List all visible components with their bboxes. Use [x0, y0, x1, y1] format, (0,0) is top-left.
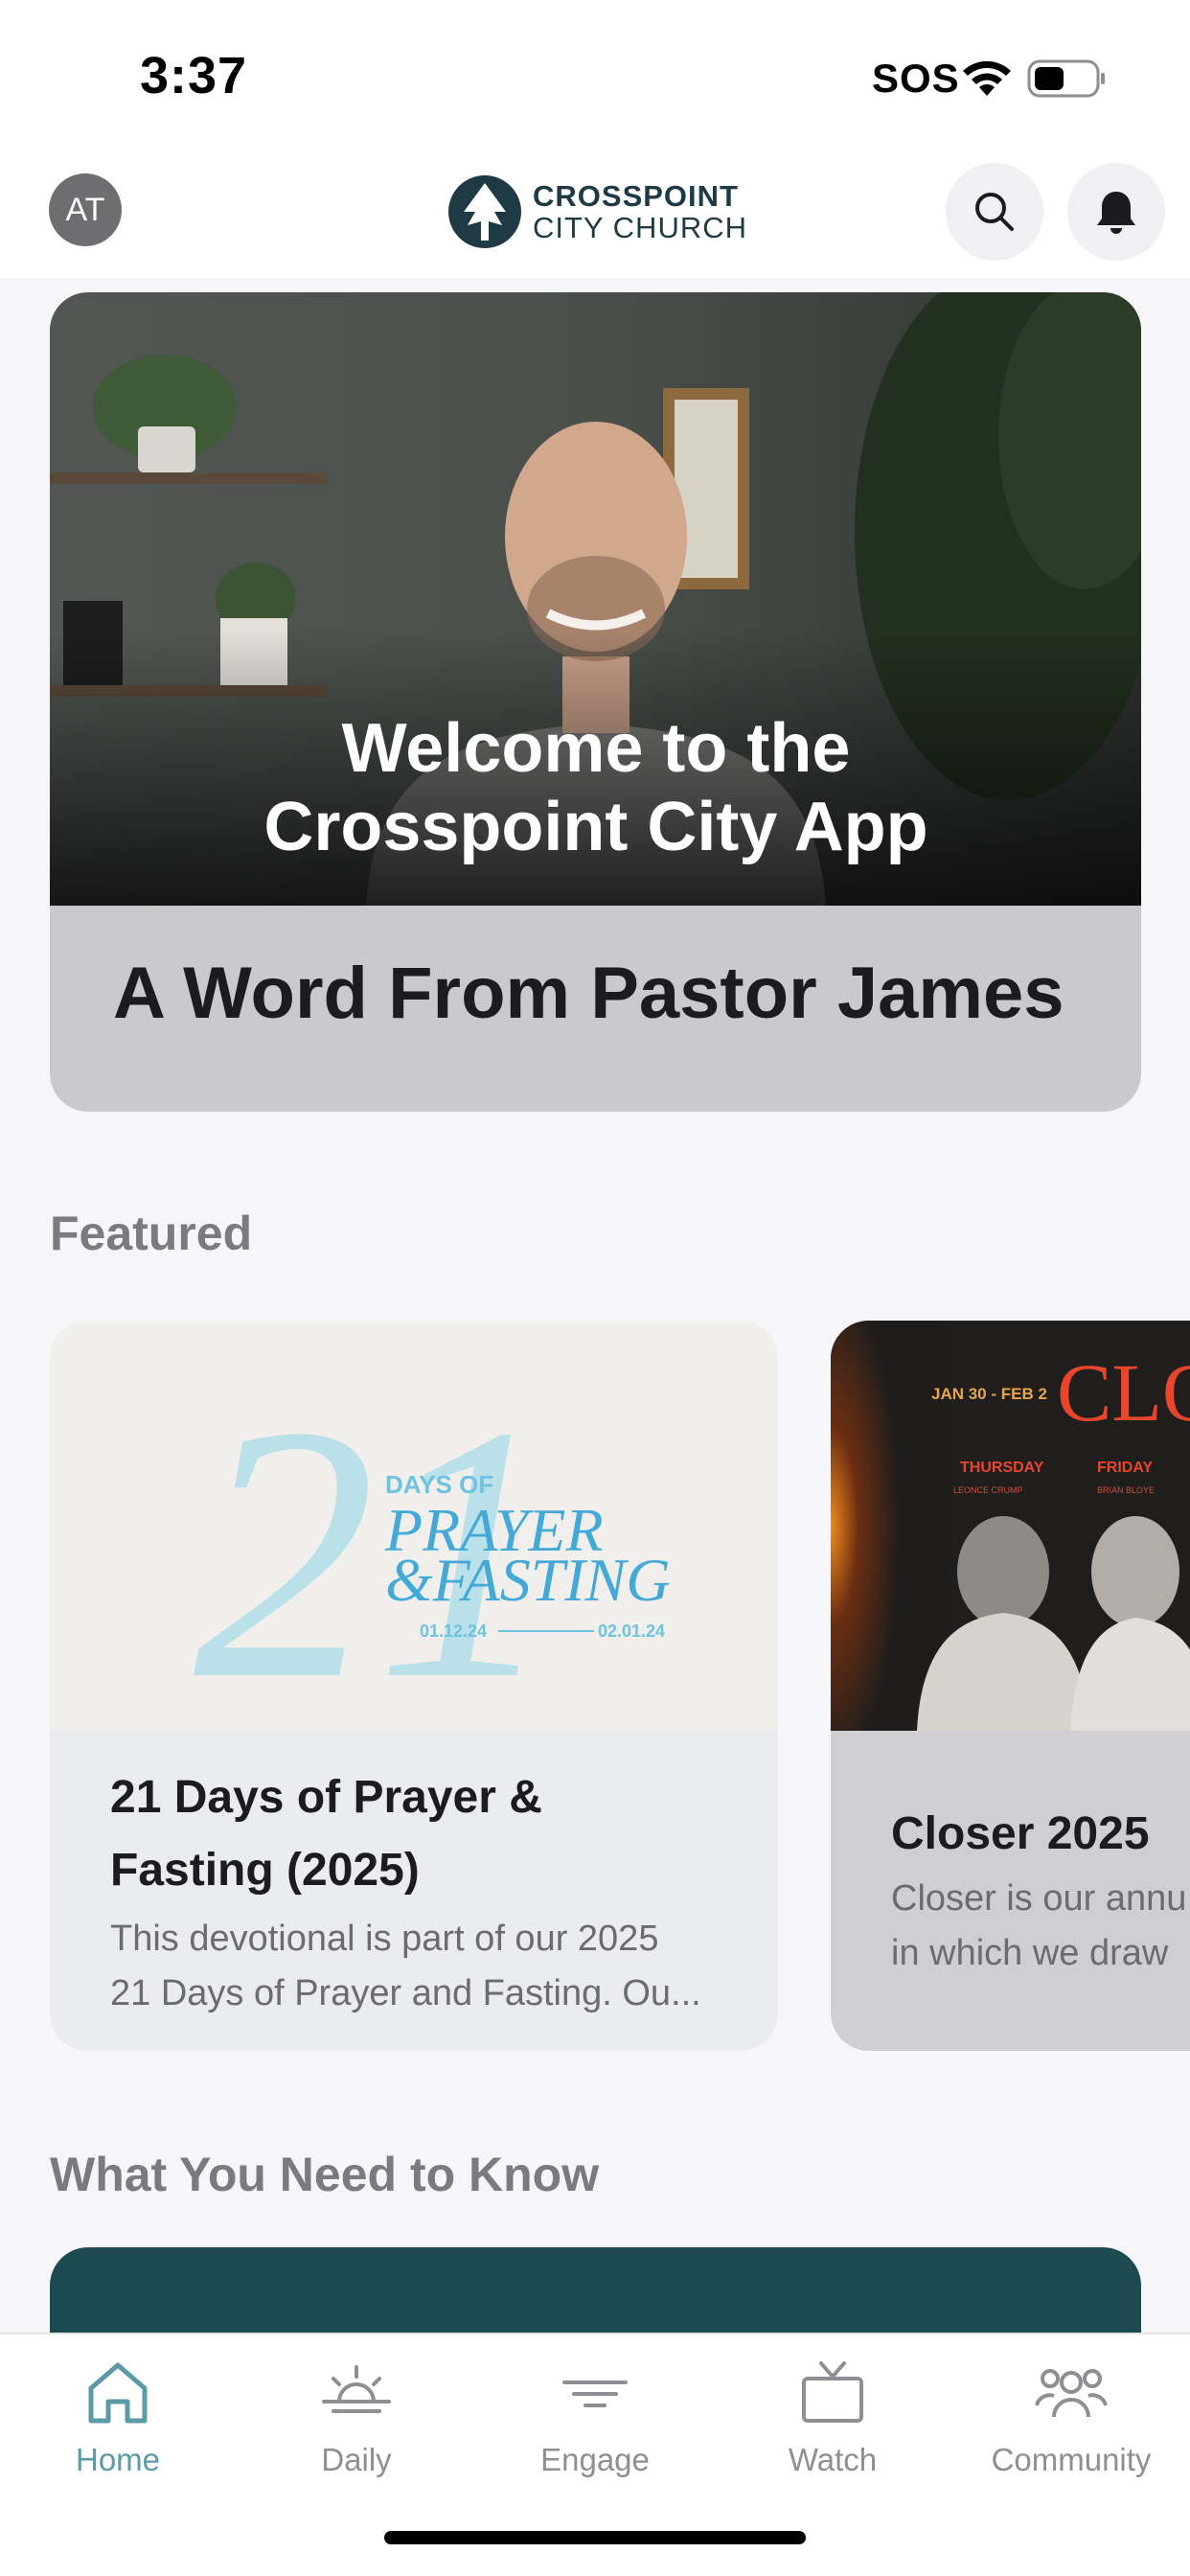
- graphic-start-date: 01.12.24: [420, 1622, 487, 1641]
- church-logo: CROSSPOINT CITY CHURCH: [446, 172, 753, 251]
- tab-home-label: Home: [75, 2442, 161, 2477]
- graphic-name1: LEONCE CRUMP: [953, 1485, 1023, 1495]
- featured-card2-desc-line2: in which we draw: [891, 1933, 1169, 1973]
- welcome-video-card[interactable]: Welcome to the Crosspoint City App A Wor…: [50, 292, 1141, 1112]
- sunrise-icon: [322, 2365, 391, 2413]
- notifications-button[interactable]: [1067, 163, 1165, 261]
- graphic-day2: FRIDAY: [1097, 1460, 1153, 1476]
- tab-daily-label: Daily: [321, 2442, 392, 2477]
- home-indicator: [384, 2531, 806, 2544]
- app-header: AT CROSSPOINT CITY CHURCH: [0, 153, 1190, 278]
- tab-daily[interactable]: Daily: [251, 2354, 462, 2497]
- logo-mark-icon: [448, 175, 521, 248]
- wifi-icon: [963, 60, 1011, 96]
- featured-card-prayer-fasting[interactable]: 21 DAYS OF PRAYER &FASTING 01.12.24 02.0…: [50, 1321, 778, 2051]
- logo-line2: CITY CHURCH: [533, 211, 747, 244]
- graphic-name2: BRIAN BLOYE: [1097, 1485, 1155, 1495]
- people-icon: [1035, 2369, 1108, 2418]
- battery-icon: [1027, 59, 1105, 98]
- status-time: 3:37: [140, 47, 248, 104]
- graphic-title-word: CLO: [1057, 1346, 1190, 1438]
- graphic-dates: JAN 30 - FEB 2: [931, 1385, 1047, 1403]
- filter-icon: [562, 2380, 628, 2407]
- graphic-fasting: &FASTING: [385, 1546, 671, 1614]
- graphic-end-date: 02.01.24: [598, 1622, 665, 1641]
- welcome-video-thumbnail: Welcome to the Crosspoint City App: [50, 292, 1141, 906]
- tab-home[interactable]: Home: [12, 2354, 223, 2497]
- featured-card2-title: Closer 2025: [891, 1808, 1150, 1859]
- home-icon: [88, 2362, 148, 2424]
- tab-engage-label: Engage: [540, 2442, 650, 2477]
- tab-watch[interactable]: Watch: [727, 2354, 938, 2497]
- featured-card2-desc-line1: Closer is our annu: [891, 1878, 1187, 1919]
- closer-2025-graphic: JAN 30 - FEB 2 CLO THURSDAY FRIDAY LEONC…: [831, 1321, 1190, 1731]
- profile-avatar[interactable]: AT: [49, 173, 122, 246]
- welcome-title-line2: Crosspoint City App: [263, 789, 927, 865]
- status-bar: 3:37 SOS: [0, 0, 1190, 153]
- welcome-title-line1: Welcome to the: [342, 710, 851, 787]
- featured-card-desc-line1: This devotional is part of our 2025: [110, 1919, 659, 1959]
- status-carrier: SOS: [872, 56, 960, 101]
- search-icon: [975, 193, 1014, 231]
- tab-community[interactable]: Community: [966, 2354, 1177, 2497]
- tab-watch-label: Watch: [788, 2442, 878, 2477]
- avatar-initials: AT: [65, 191, 105, 228]
- know-section-title: What You Need to Know: [50, 2148, 600, 2201]
- graphic-days-of: DAYS OF: [385, 1470, 493, 1499]
- featured-card-title-line1: 21 Days of Prayer &: [110, 1772, 542, 1823]
- featured-card-title-line2: Fasting (2025): [110, 1845, 420, 1896]
- tv-icon: [802, 2361, 863, 2423]
- welcome-card-caption: A Word From Pastor James: [113, 953, 1064, 1034]
- prayer-fasting-graphic: 21 DAYS OF PRAYER &FASTING 01.12.24 02.0…: [50, 1321, 778, 1731]
- featured-card-closer-2025[interactable]: JAN 30 - FEB 2 CLO THURSDAY FRIDAY LEONC…: [831, 1321, 1190, 2051]
- featured-section-title: Featured: [50, 1207, 253, 1260]
- graphic-day1: THURSDAY: [960, 1460, 1044, 1476]
- bell-icon: [1097, 192, 1135, 234]
- tab-community-label: Community: [991, 2442, 1152, 2477]
- search-button[interactable]: [946, 163, 1043, 261]
- tab-engage[interactable]: Engage: [490, 2354, 700, 2497]
- logo-line1: CROSSPOINT: [533, 179, 739, 213]
- featured-card-desc-line2: 21 Days of Prayer and Fasting. Ou...: [110, 1973, 701, 2013]
